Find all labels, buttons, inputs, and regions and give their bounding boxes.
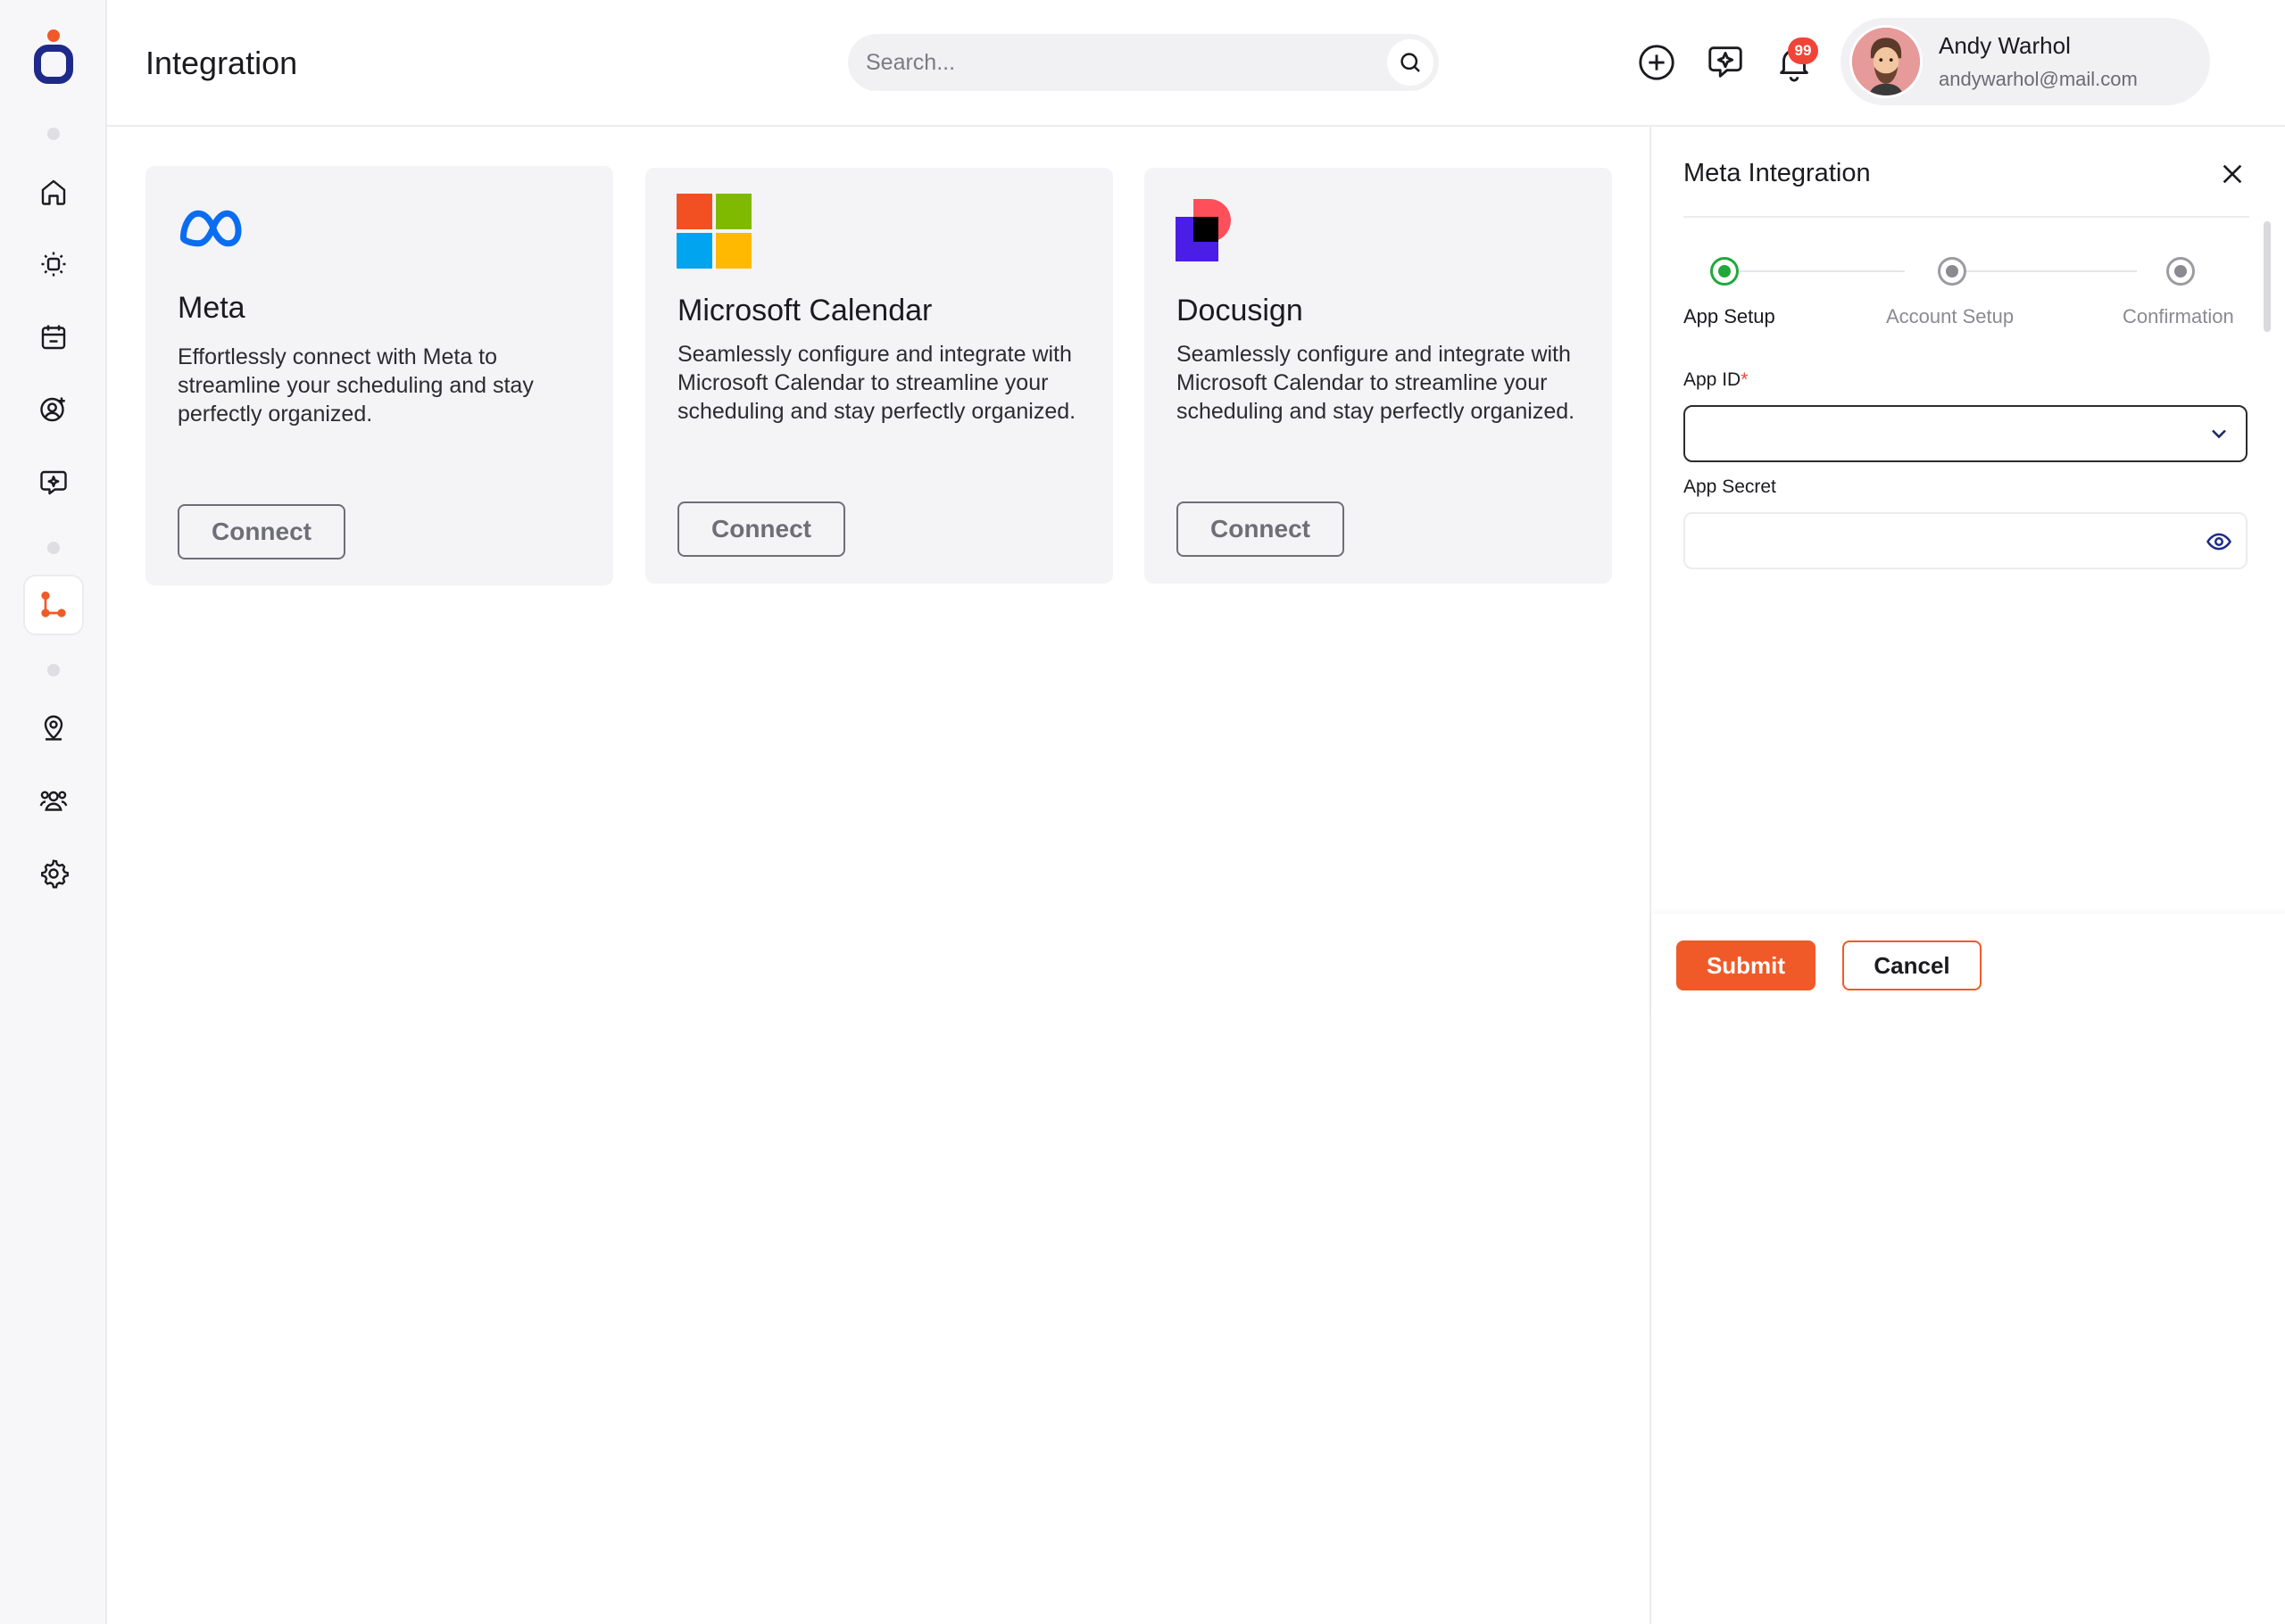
search-bar[interactable]: Search... xyxy=(848,34,1439,91)
sidebar-item-integration[interactable] xyxy=(23,575,84,635)
card-title: Docusign xyxy=(1176,294,1303,327)
app-id-label: App ID* xyxy=(1683,369,1749,390)
avatar xyxy=(1849,25,1923,98)
step-label: Confirmation xyxy=(2123,305,2234,327)
app-logo[interactable] xyxy=(34,29,73,86)
app-root: Integration Search... 99 Andy Warhol and… xyxy=(0,0,2285,1624)
meta-logo-icon xyxy=(179,210,242,247)
eye-icon[interactable] xyxy=(2205,528,2233,555)
panel-title: Meta Integration xyxy=(1683,159,1871,187)
add-user-icon xyxy=(40,397,65,422)
notification-badge: 99 xyxy=(1788,37,1818,64)
team-icon xyxy=(39,791,68,811)
card-description: Seamlessly configure and integrate with … xyxy=(1176,342,1575,424)
ai-chat-icon xyxy=(40,470,67,495)
dashboard-icon xyxy=(41,252,66,277)
panel-scrollbar[interactable] xyxy=(2264,221,2271,332)
sidebar-item-dashboard[interactable] xyxy=(23,234,84,294)
docusign-logo-icon xyxy=(1176,199,1231,261)
integration-panel: Meta Integration App Setup Account Setup… xyxy=(1649,127,2285,1624)
connect-meta-button[interactable]: Connect xyxy=(178,504,345,559)
sidebar-item-home[interactable] xyxy=(23,162,84,222)
close-button[interactable] xyxy=(2212,153,2253,195)
step-label: Account Setup xyxy=(1886,305,2015,327)
panel-footer: Submit Cancel xyxy=(1651,914,2285,1015)
step-indicator-account-setup[interactable] xyxy=(1938,257,1966,286)
ai-chat-icon xyxy=(1708,46,1742,78)
close-icon xyxy=(2223,164,2242,184)
user-email: andywarhol@mail.com xyxy=(1939,68,2138,90)
sidebar-item-location[interactable] xyxy=(23,697,84,758)
connect-microsoft-calendar-button[interactable]: Connect xyxy=(677,501,845,557)
page-title: Integration xyxy=(145,45,298,81)
step-connector xyxy=(1953,270,2137,272)
sidebar-separator xyxy=(47,664,60,676)
location-icon xyxy=(44,715,63,741)
step-label: App Setup xyxy=(1683,305,1775,327)
integration-card-meta: Meta Effortlessly connect with Meta to s… xyxy=(145,166,613,585)
sidebar-item-ai-chat[interactable] xyxy=(23,452,84,513)
plus-circle-icon xyxy=(1639,45,1674,80)
required-mark: * xyxy=(1741,369,1749,390)
step-connector xyxy=(1724,270,1905,272)
sidebar xyxy=(0,0,107,1624)
app-secret-input[interactable] xyxy=(1683,512,2248,569)
card-description: Seamlessly configure and integrate with … xyxy=(677,342,1076,424)
ai-assistant-button[interactable] xyxy=(1702,39,1749,86)
step-indicator-app-setup[interactable] xyxy=(1710,257,1739,286)
microsoft-logo-icon xyxy=(677,194,752,269)
sidebar-separator xyxy=(47,128,60,140)
sidebar-item-calendar[interactable] xyxy=(23,307,84,368)
sidebar-item-team[interactable] xyxy=(23,770,84,831)
search-icon xyxy=(1400,53,1420,72)
submit-button[interactable]: Submit xyxy=(1676,940,1816,990)
search-button[interactable] xyxy=(1387,39,1433,86)
cancel-button[interactable]: Cancel xyxy=(1842,940,1982,990)
integration-card-docusign: Docusign Seamlessly configure and integr… xyxy=(1144,168,1612,584)
app-secret-label: App Secret xyxy=(1683,476,1776,497)
integration-icon xyxy=(41,591,66,617)
settings-icon xyxy=(41,859,69,889)
calendar-icon xyxy=(41,325,66,350)
home-icon xyxy=(41,179,66,205)
card-title: Meta xyxy=(178,291,245,325)
sidebar-separator xyxy=(47,542,60,554)
card-title: Microsoft Calendar xyxy=(677,294,933,327)
card-description: Effortlessly connect with Meta to stream… xyxy=(178,344,534,427)
search-input[interactable]: Search... xyxy=(866,50,955,76)
app-id-select[interactable] xyxy=(1683,405,2248,462)
integration-card-microsoft-calendar: Microsoft Calendar Seamlessly configure … xyxy=(645,168,1113,584)
user-profile[interactable]: Andy Warhol andywarhol@mail.com xyxy=(1840,18,2210,105)
sidebar-item-settings[interactable] xyxy=(23,843,84,904)
step-indicator-confirmation[interactable] xyxy=(2166,257,2195,286)
chevron-down-icon xyxy=(2212,429,2226,439)
panel-divider xyxy=(1683,216,2249,218)
top-header: Integration Search... 99 Andy Warhol and… xyxy=(107,0,2285,127)
user-name: Andy Warhol xyxy=(1939,32,2071,59)
add-button[interactable] xyxy=(1633,39,1680,86)
sidebar-item-add-user[interactable] xyxy=(23,379,84,440)
connect-docusign-button[interactable]: Connect xyxy=(1176,501,1344,557)
